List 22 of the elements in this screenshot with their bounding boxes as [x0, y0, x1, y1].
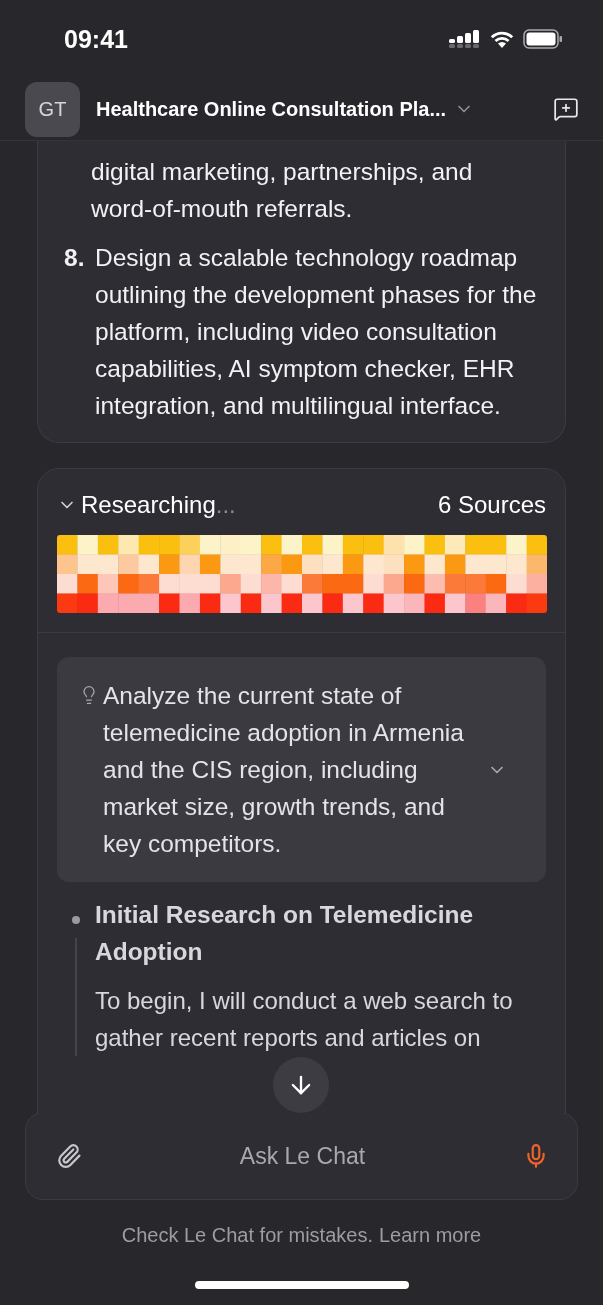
step-title: Initial Research on Telemedicine Adoption	[95, 900, 475, 967]
sources-count[interactable]: 6 Sources	[437, 491, 546, 519]
step-text: Design a scalable technology roadmap outlining the development phases for the platform, including video consultation capabilities, AI symptom checker, EHR integration, and multilingual interface.	[95, 243, 538, 421]
avatar[interactable]: GT	[25, 81, 80, 137]
researching-toggle[interactable]: Researching...	[57, 491, 236, 519]
query-text: Analyze the current state of telemedicine adoption in Armenia and the CIS region, including market size, growth trends, and key competitors.	[103, 681, 465, 859]
new-chat-icon[interactable]	[553, 96, 579, 122]
timeline-dot	[72, 916, 80, 924]
signal-icon	[449, 29, 481, 49]
battery-icon	[523, 29, 563, 49]
disclaimer-text: Check Le Chat for mistakes.	[121, 1224, 373, 1246]
research-query[interactable]: Analyze the current state of telemedicine adoption in Armenia and the CIS region, including market size, growth trends, and key competitors.	[57, 657, 546, 882]
step-number: 8.	[64, 243, 85, 273]
message-input[interactable]: Ask Le Chat	[92, 1141, 513, 1171]
step-description: To begin, I will conduct a web search to gather recent reports and articles on	[95, 986, 514, 1053]
status-time: 09:41	[64, 24, 128, 54]
attach-icon[interactable]	[56, 1143, 82, 1169]
plan-text: digital marketing, partnerships, and word-of-mouth referrals.	[91, 157, 474, 224]
message-field[interactable]: Ask Le Chat	[25, 1112, 578, 1200]
conversation-title[interactable]: Healthcare Online Consultation Pla...	[96, 97, 537, 121]
learn-more-link[interactable]: Learn more	[378, 1224, 482, 1246]
wifi-icon	[489, 29, 515, 49]
